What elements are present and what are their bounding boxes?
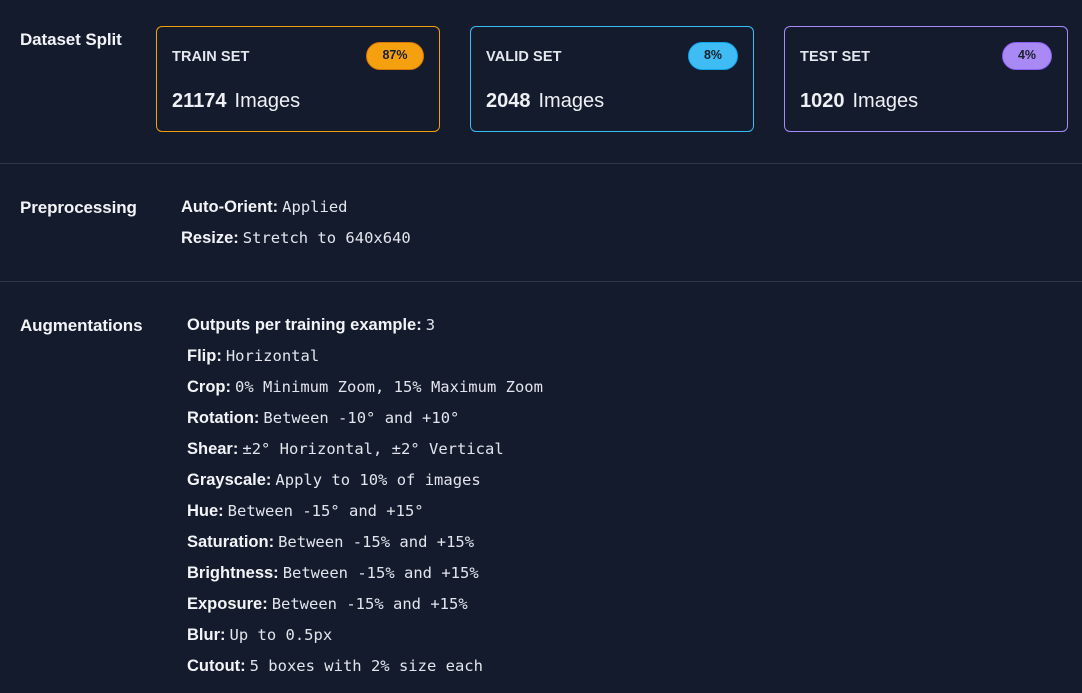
augmentation-key: Hue:: [187, 502, 224, 520]
preprocessing-section: Preprocessing Auto-Orient: Applied Resize…: [0, 164, 1082, 281]
augmentations-title: Augmentations: [20, 316, 143, 335]
test-set-label: TEST SET: [800, 49, 871, 65]
train-set-count: 21174 Images: [172, 90, 300, 113]
train-set-card[interactable]: TRAIN SET 87% 21174 Images: [156, 26, 440, 132]
augmentation-item-crop: Crop: 0% Minimum Zoom, 15% Maximum Zoom: [187, 378, 543, 397]
valid-set-count-number: 2048: [486, 90, 531, 112]
augmentation-value: 0% Minimum Zoom, 15% Maximum Zoom: [235, 378, 543, 396]
augmentation-key: Shear:: [187, 440, 239, 458]
augmentation-item-brightness: Brightness: Between -15% and +15%: [187, 564, 479, 583]
augmentation-value: Between -10° and +10°: [263, 409, 460, 427]
valid-set-label: VALID SET: [486, 49, 562, 65]
augmentation-key: Cutout:: [187, 657, 246, 675]
augmentation-key: Brightness:: [187, 564, 279, 582]
test-set-card[interactable]: TEST SET 4% 1020 Images: [784, 26, 1068, 132]
train-set-percent-badge: 87%: [366, 42, 424, 70]
augmentation-item-blur: Blur: Up to 0.5px: [187, 626, 332, 645]
valid-set-count-unit: Images: [538, 90, 605, 112]
train-set-count-unit: Images: [234, 90, 301, 112]
test-set-count-unit: Images: [852, 90, 919, 112]
augmentation-value: 5 boxes with 2% size each: [249, 657, 483, 675]
dataset-split-section: Dataset Split TRAIN SET 87% 21174 Images …: [0, 0, 1082, 163]
augmentation-item-flip: Flip: Horizontal: [187, 347, 319, 366]
augmentation-key: Flip:: [187, 347, 222, 365]
augmentation-value: Between -15° and +15°: [227, 502, 424, 520]
augmentation-value: ±2° Horizontal, ±2° Vertical: [242, 440, 504, 458]
augmentation-value: Up to 0.5px: [229, 626, 333, 644]
augmentation-item-hue: Hue: Between -15° and +15°: [187, 502, 424, 521]
augmentation-item-outputs: Outputs per training example: 3: [187, 316, 435, 335]
augmentation-key: Grayscale:: [187, 471, 272, 489]
augmentation-value: Horizontal: [225, 347, 320, 365]
augmentation-key: Crop:: [187, 378, 231, 396]
preprocessing-key: Auto-Orient:: [181, 198, 279, 216]
dataset-split-title: Dataset Split: [20, 30, 122, 49]
preprocessing-item-resize: Resize: Stretch to 640x640: [181, 229, 411, 248]
test-set-percent-badge: 4%: [1002, 42, 1052, 70]
test-set-count: 1020 Images: [800, 90, 918, 113]
augmentation-item-exposure: Exposure: Between -15% and +15%: [187, 595, 468, 614]
train-set-count-number: 21174: [172, 90, 227, 112]
preprocessing-key: Resize:: [181, 229, 239, 247]
augmentation-item-rotation: Rotation: Between -10° and +10°: [187, 409, 459, 428]
augmentations-section: Augmentations Outputs per training examp…: [0, 282, 1082, 693]
train-set-label: TRAIN SET: [172, 49, 250, 65]
augmentation-value: Between -15% and +15%: [278, 533, 475, 551]
preprocessing-value: Stretch to 640x640: [242, 229, 411, 247]
augmentation-key: Outputs per training example:: [187, 316, 422, 334]
augmentation-value: 3: [425, 316, 436, 334]
augmentation-key: Saturation:: [187, 533, 275, 551]
augmentation-key: Exposure:: [187, 595, 268, 613]
valid-set-count: 2048 Images: [486, 90, 604, 113]
augmentation-value: Apply to 10% of images: [275, 471, 481, 489]
augmentation-item-grayscale: Grayscale: Apply to 10% of images: [187, 471, 481, 490]
preprocessing-value: Applied: [282, 198, 348, 216]
valid-set-card[interactable]: VALID SET 8% 2048 Images: [470, 26, 754, 132]
preprocessing-item-auto-orient: Auto-Orient: Applied: [181, 198, 347, 217]
augmentation-key: Blur:: [187, 626, 226, 644]
valid-set-percent-badge: 8%: [688, 42, 738, 70]
augmentation-value: Between -15% and +15%: [282, 564, 479, 582]
augmentation-key: Rotation:: [187, 409, 260, 427]
preprocessing-title: Preprocessing: [20, 198, 137, 217]
augmentation-item-shear: Shear: ±2° Horizontal, ±2° Vertical: [187, 440, 504, 459]
augmentation-item-cutout: Cutout: 5 boxes with 2% size each: [187, 657, 483, 676]
augmentation-value: Between -15% and +15%: [271, 595, 468, 613]
test-set-count-number: 1020: [800, 90, 845, 112]
augmentation-item-saturation: Saturation: Between -15% and +15%: [187, 533, 474, 552]
